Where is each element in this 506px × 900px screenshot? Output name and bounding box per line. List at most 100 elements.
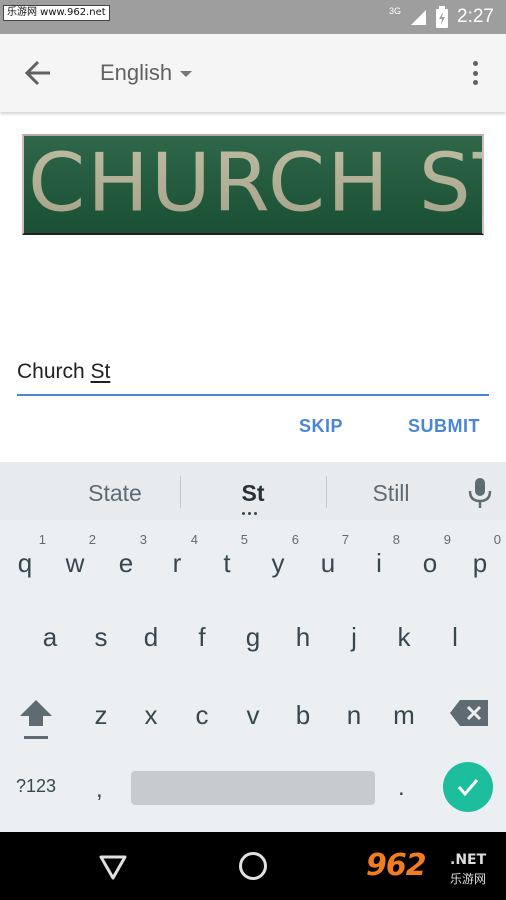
key-y[interactable]: y6 [253,526,303,586]
microphone-button[interactable] [466,476,494,510]
key-letter: d [143,622,159,652]
key-e[interactable]: e3 [101,526,151,586]
key-hint: 1 [38,532,46,547]
key-t[interactable]: t5 [202,526,252,586]
skip-button[interactable]: SKIP [299,416,343,437]
key-letter: z [94,700,108,730]
key-f[interactable]: f [177,604,227,664]
key-hint: 8 [392,532,400,547]
key-c[interactable]: c [177,682,227,742]
space-bar[interactable] [131,771,375,805]
transcription-input[interactable]: Church St [17,352,489,396]
status-bar: 乐游网 www.962.net 3G 2:27 [0,0,506,34]
backspace-key[interactable] [448,698,492,728]
key-letter: j [351,622,357,652]
key-hint: 4 [190,532,198,547]
key-p[interactable]: p0 [455,526,505,586]
key-k[interactable]: k [379,604,429,664]
input-value-composing: St [90,360,111,383]
key-o[interactable]: o9 [405,526,455,586]
key-letter: e [118,548,134,578]
suggestion-item[interactable]: St [183,480,323,507]
more-suggestions-indicator [242,512,257,515]
more-vert-icon-dot [472,70,478,76]
suggestion-strip: State St Still [0,462,506,520]
key-b[interactable]: b [278,682,328,742]
nav-back-button[interactable] [98,852,128,882]
key-letter: w [65,548,85,578]
keyboard: State St Still q1 w2 e3 r4 t5 y6 u7 i8 o… [0,462,506,832]
key-hint: 9 [443,532,451,547]
key-g[interactable]: g [228,604,278,664]
language-dropdown[interactable]: English [100,58,193,88]
key-hint: 0 [493,532,501,547]
input-value: Church St [17,360,110,384]
key-letter: y [271,548,285,578]
key-a[interactable]: a [25,604,75,664]
watermark-cn: 乐游网 [450,872,487,886]
key-letter: q [17,548,33,578]
back-button[interactable] [18,56,58,90]
battery-icon [436,6,449,28]
key-i[interactable]: i8 [354,526,404,586]
key-letter: c [195,700,209,730]
key-letter: i [376,548,382,578]
app-bar: English [0,34,506,112]
key-letter: o [422,548,438,578]
key-m[interactable]: m [379,682,429,742]
status-indicators: 3G 2:27 [389,0,494,34]
comma-key[interactable]: , [96,776,103,804]
watermark-logo: 962 .NET 乐游网 [366,848,500,894]
key-n[interactable]: n [329,682,379,742]
triangle-back-icon [99,855,127,880]
sign-text: CHURCH ST [28,136,484,231]
street-sign-image: CHURCH ST [22,134,484,235]
key-hint: 5 [240,532,248,547]
key-letter: h [295,622,311,652]
key-j[interactable]: j [329,604,379,664]
key-r[interactable]: r4 [152,526,202,586]
key-letter: m [393,700,415,730]
more-options-button[interactable] [462,58,488,88]
key-letter: f [198,622,206,652]
caret-down-icon [180,71,193,77]
key-letter: k [397,622,411,652]
key-u[interactable]: u7 [303,526,353,586]
key-letter: p [472,548,488,578]
nav-home-button[interactable] [239,852,267,880]
key-d[interactable]: d [126,604,176,664]
key-letter: u [320,548,336,578]
backspace-icon [450,700,488,726]
key-hint: 7 [341,532,349,547]
submit-button[interactable]: SUBMIT [408,416,480,437]
key-h[interactable]: h [278,604,328,664]
key-z[interactable]: z [76,682,126,742]
key-letter: r [172,548,182,578]
period-key[interactable]: . [398,774,405,802]
watermark-net: .NET [450,852,487,868]
key-q[interactable]: q1 [0,526,50,586]
key-hint: 2 [88,532,96,547]
watermark-number: 962 [366,848,427,883]
enter-key[interactable] [443,762,493,812]
key-letter: b [295,700,311,730]
shift-arrow-icon [20,700,52,739]
more-vert-icon-dot [472,80,478,85]
key-l[interactable]: l [430,604,480,664]
input-value-plain: Church [17,360,91,383]
network-type: 3G [389,6,402,16]
navigation-bar: 962 .NET 乐游网 [0,832,506,900]
key-x[interactable]: x [126,682,176,742]
key-letter: v [246,700,260,730]
shift-key[interactable] [12,694,60,744]
key-letter: n [346,700,362,730]
suggestion-item[interactable]: State [45,480,185,507]
key-v[interactable]: v [228,682,278,742]
symbols-key[interactable]: ?123 [16,776,56,797]
status-time: 2:27 [457,6,494,27]
key-s[interactable]: s [76,604,126,664]
key-letter: g [245,622,261,652]
suggestion-item[interactable]: Still [321,480,461,507]
key-w[interactable]: w2 [50,526,100,586]
signal-icon [411,10,427,25]
